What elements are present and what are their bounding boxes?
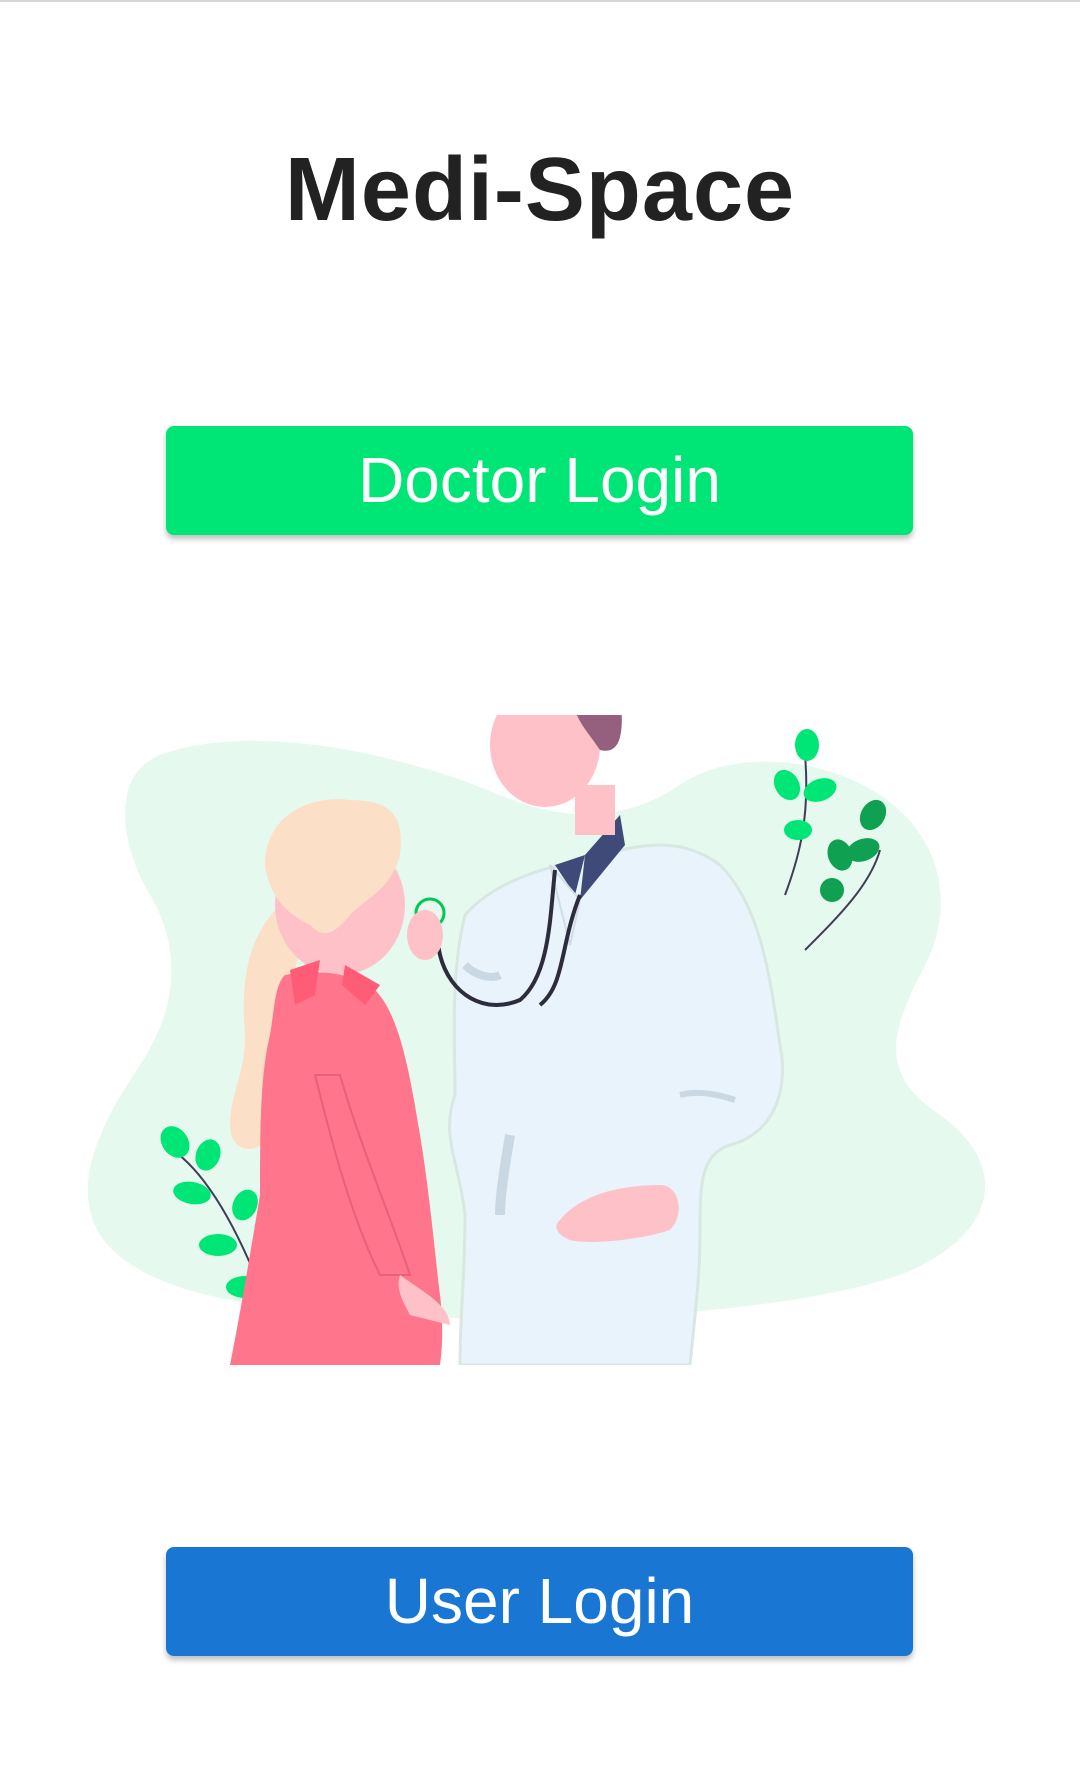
user-login-button[interactable]: User Login <box>166 1547 913 1656</box>
status-divider <box>0 0 1080 2</box>
doctor-login-button[interactable]: Doctor Login <box>166 426 913 535</box>
doctor-patient-illustration <box>87 715 986 1365</box>
app-title: Medi-Space <box>284 140 796 240</box>
